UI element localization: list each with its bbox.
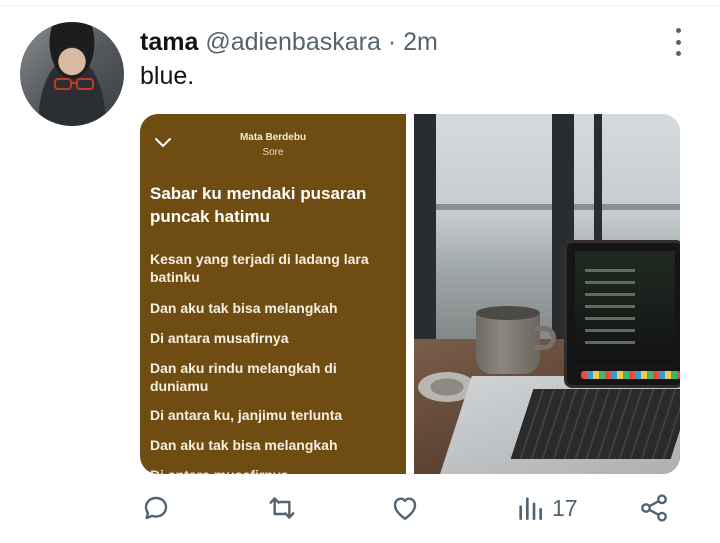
handle-text: @adienbaskara [205,28,381,56]
more-dot-icon [675,28,681,33]
reply-button[interactable] [140,488,172,528]
tweet-text: blue. [140,62,195,90]
views-button[interactable]: 17 [514,488,578,528]
tweet-header: tama @adienbaskara · 2m [140,28,438,56]
screen-row [585,329,635,332]
share-icon [641,494,667,522]
like-button[interactable] [389,488,421,528]
laptop-keyboard [510,389,680,459]
screen-row [585,269,635,272]
lyric-line: Dan aku tak bisa melangkah [150,300,338,316]
lyric-line: Di antara ku, janjimu terlunta [150,407,343,423]
tweet-actions: 17 [140,488,680,528]
author-handle[interactable]: @adienbaskara · 2m [205,28,437,57]
speech-bubble-icon [144,496,168,520]
lyrics-screenshot[interactable]: Mata Berdebu Sore Sabar ku mendaki pusar… [140,114,406,474]
horizon-line [414,204,680,210]
retweet-icon [269,497,295,519]
song-artist: Sore [262,147,284,158]
lyric-line: Kesan yang terjadi di ladang lara batink… [150,251,369,285]
author-name[interactable]: tama [140,28,198,57]
avatar[interactable] [20,22,124,126]
screen-row [585,317,635,320]
screen-row [585,293,635,296]
share-button[interactable] [638,488,670,528]
music-app-window [575,251,675,365]
lyric-line: Dan aku rindu melangkah di duniamu [150,360,337,394]
more-options-button[interactable] [670,28,686,56]
timestamp[interactable]: 2m [403,28,438,56]
more-dot-icon [675,39,681,45]
desk-photo[interactable] [414,114,680,474]
more-dot-icon [675,51,681,56]
app-dock [581,371,680,379]
separator: · [380,28,404,56]
lyric-current-line: Sabar ku mendaki pusaran puncak hatimu [150,184,367,226]
heart-icon [393,497,417,520]
retweet-button[interactable] [266,488,298,528]
song-title: Mata Berdebu [239,132,307,143]
media-grid: Mata Berdebu Sore Sabar ku mendaki pusar… [140,114,680,474]
screen-row [585,305,635,308]
views-count: 17 [552,494,578,521]
laptop-screen [564,240,680,388]
lyric-line: Di antara musafirnya [150,330,289,346]
window-frame [414,114,436,354]
top-divider [0,5,720,6]
lyric-line: Di antara musafirnya [150,466,390,474]
screen-row [585,341,635,344]
mug-rim [476,306,540,320]
lyric-line: Dan aku tak bisa melangkah [150,437,338,453]
screen-row [585,281,635,284]
bar-chart-icon [519,497,542,520]
glasses-detail [54,78,94,90]
